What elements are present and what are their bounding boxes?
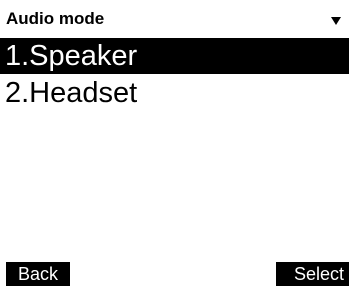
menu-item-headset[interactable]: 2.Headset (0, 75, 349, 111)
chevron-down-icon (331, 17, 341, 25)
back-button[interactable]: Back (6, 262, 70, 286)
page-title: Audio mode (6, 9, 105, 28)
title-bar: Audio mode (6, 6, 343, 32)
select-button[interactable]: Select (276, 262, 349, 286)
audio-mode-menu: 1.Speaker 2.Headset (0, 38, 349, 112)
phone-screen: Audio mode 1.Speaker 2.Headset Back Sele… (0, 0, 349, 286)
menu-item-speaker[interactable]: 1.Speaker (0, 38, 349, 74)
